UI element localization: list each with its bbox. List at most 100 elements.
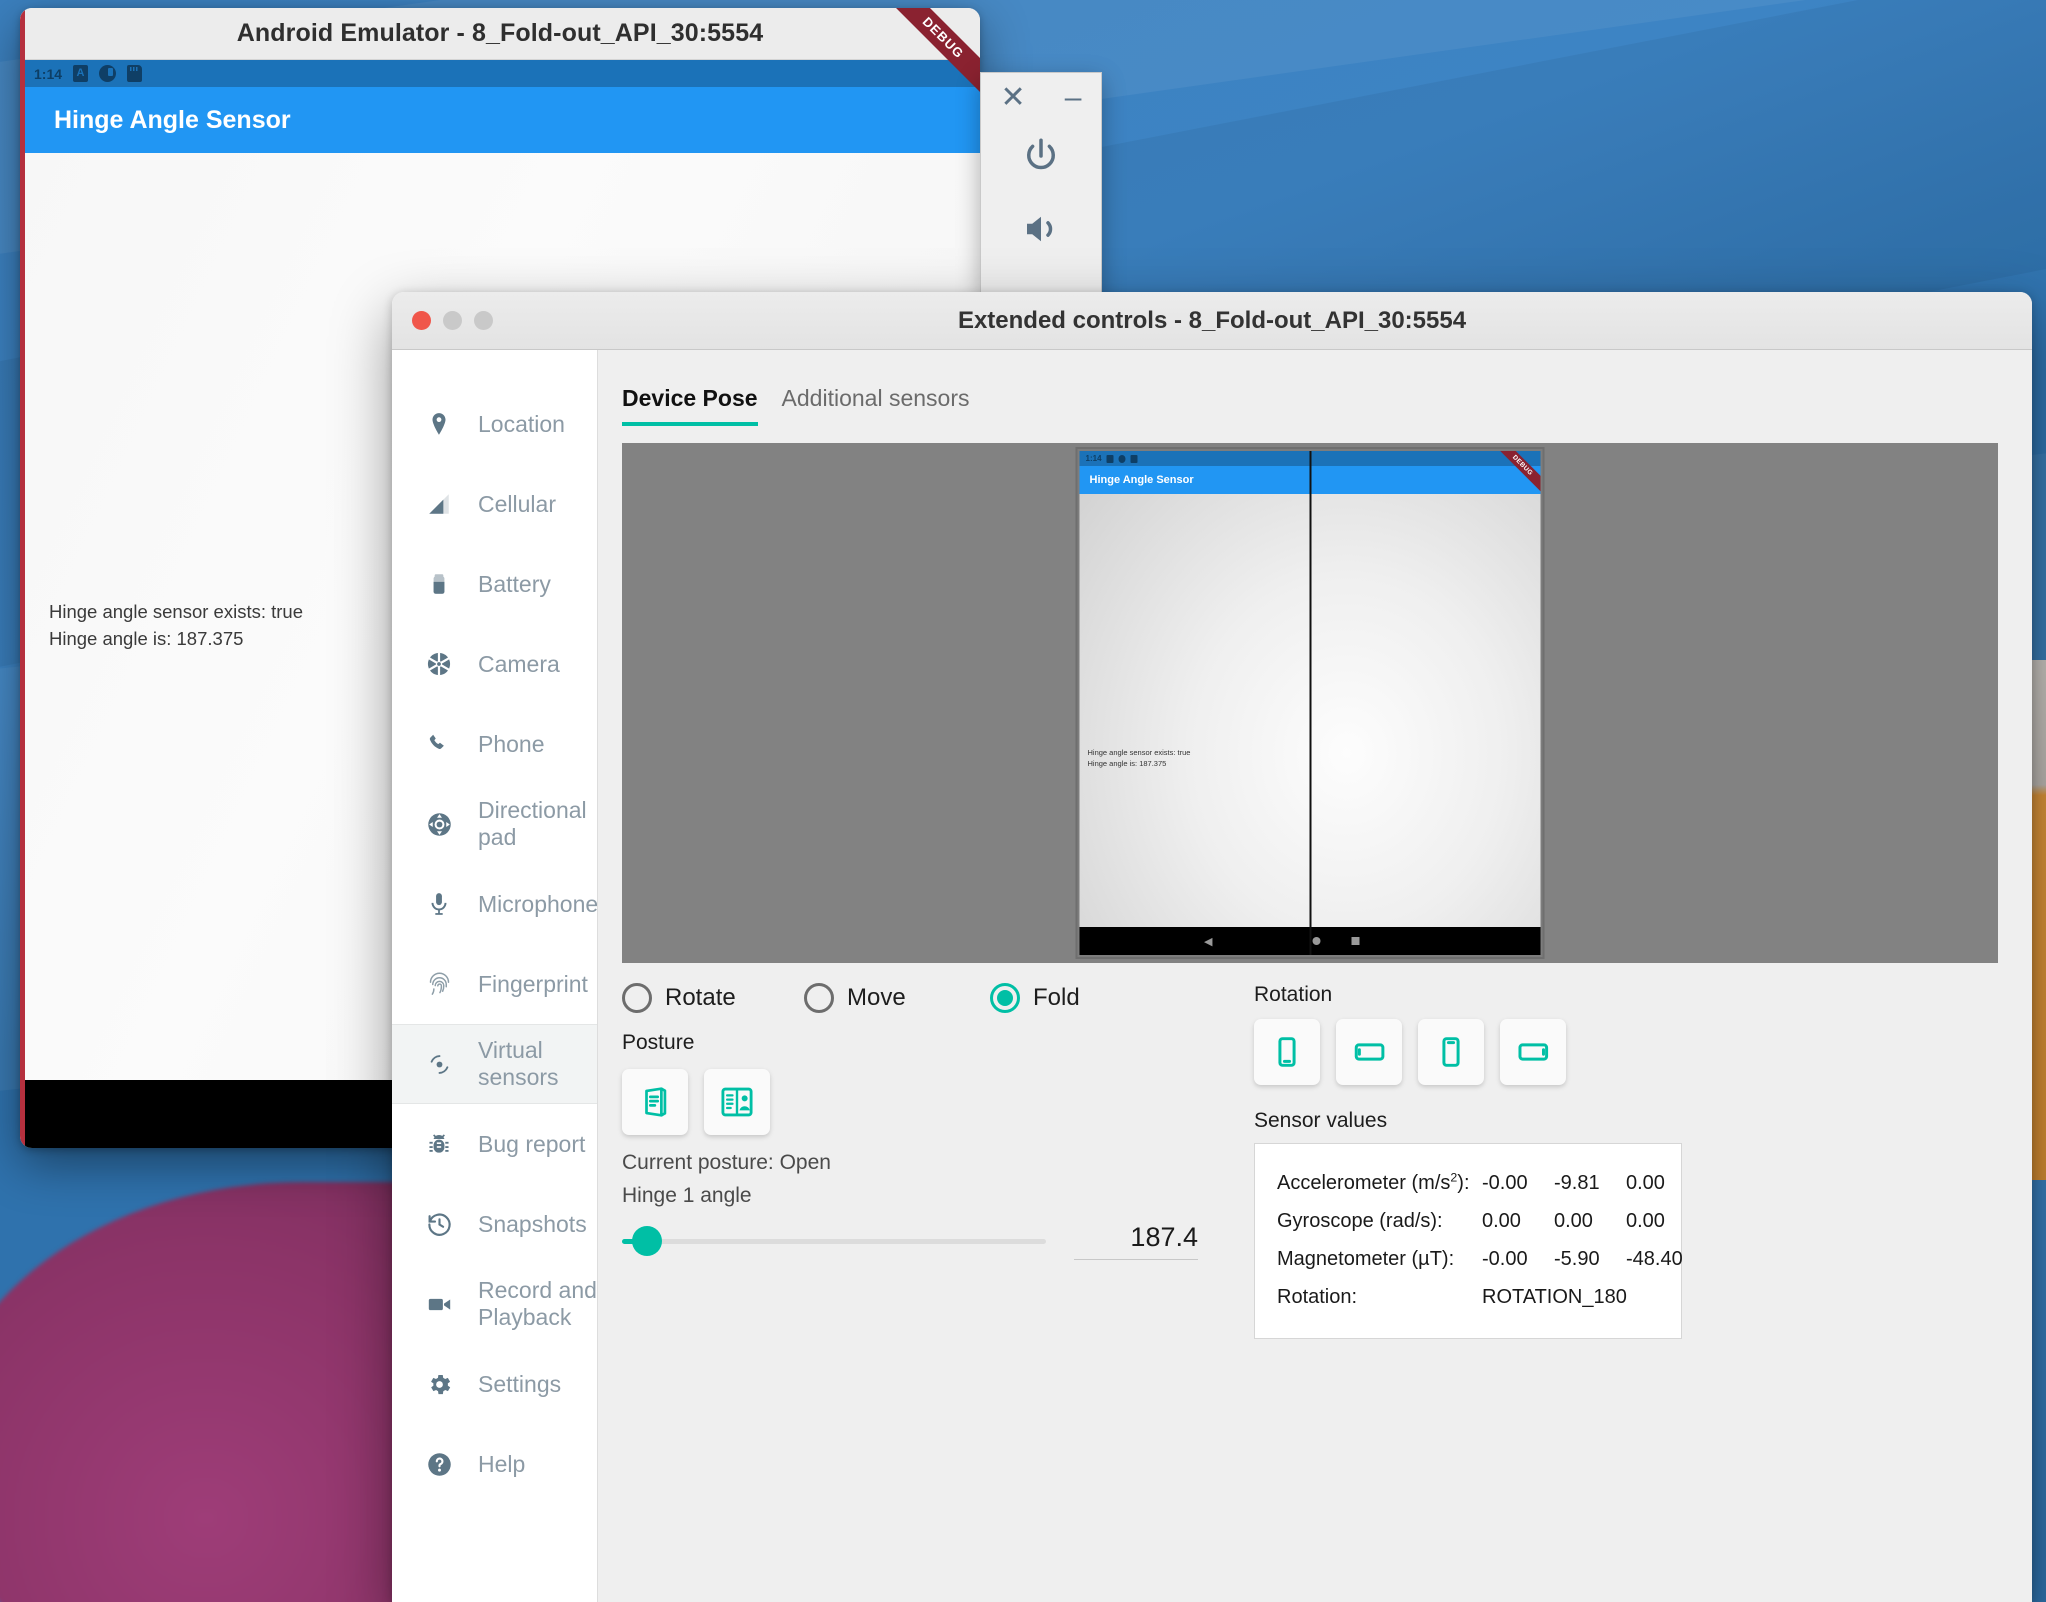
sensor-row-accelerometer: Accelerometer (m/s2): -0.00 -9.81 0.00	[1277, 1164, 1665, 1202]
sidebar-item-label: Battery	[478, 570, 551, 597]
sensor-value-y: 0.00	[1554, 1210, 1593, 1232]
rotation-portrait-upside-button[interactable]	[1418, 1019, 1484, 1085]
device-preview[interactable]: 1:14 Hinge Angle Sensor Hinge angle sens…	[622, 443, 1998, 963]
tab-bar[interactable]: Device Pose Additional sensors	[622, 378, 1998, 426]
rotation-portrait-button[interactable]	[1254, 1019, 1320, 1085]
sidebar-item-label: Fingerprint	[478, 970, 588, 997]
preview-hinge-exists-line: Hinge angle sensor exists: true	[1087, 748, 1191, 757]
posture-closed-button[interactable]	[622, 1069, 688, 1135]
back-icon: ◀	[1203, 935, 1213, 948]
posture-button-group[interactable]	[622, 1069, 1234, 1135]
app-bar-title: Hinge Angle Sensor	[54, 105, 291, 134]
sidebar-item-battery[interactable]: Battery	[392, 544, 597, 624]
close-window-button[interactable]	[412, 311, 431, 330]
rotation-landscape-button[interactable]	[1336, 1019, 1402, 1085]
sdcard-icon	[1130, 454, 1138, 463]
radio-fold[interactable]: Fold	[990, 983, 1080, 1013]
tab-additional-sensors[interactable]: Additional sensors	[782, 385, 970, 426]
sidebar-item-camera[interactable]: Camera	[392, 624, 597, 704]
sensor-values-panel: Accelerometer (m/s2): -0.00 -9.81 0.00 G…	[1254, 1143, 1683, 1339]
sensor-name: Accelerometer (m/s2):	[1277, 1164, 1482, 1202]
minimize-icon[interactable]: –	[1065, 83, 1082, 113]
emulator-title-bar[interactable]: Android Emulator - 8_Fold-out_API_30:555…	[20, 8, 980, 60]
maximize-window-button[interactable]	[474, 311, 493, 330]
phone-portrait-flipped-icon	[1442, 1037, 1460, 1067]
sidebar-item-snapshots[interactable]: Snapshots	[392, 1184, 597, 1264]
radio-indicator[interactable]	[804, 983, 834, 1013]
current-posture-text: Current posture: Open	[622, 1151, 831, 1174]
rotation-and-sensors-column: Rotation Sensor values Accelerometer (m/…	[1254, 983, 1998, 1339]
minimize-window-button[interactable]	[443, 311, 462, 330]
sensor-row-magnetometer: Magnetometer (µT): -0.00 -5.90 -48.40	[1277, 1240, 1683, 1278]
sidebar-item-virtual-sensors[interactable]: Virtual sensors	[392, 1024, 597, 1104]
emulator-status-bar: 1:14	[20, 60, 980, 87]
rotation-landscape-flipped-button[interactable]	[1500, 1019, 1566, 1085]
radio-rotate[interactable]: Rotate	[622, 983, 804, 1013]
sidebar-item-directional-pad[interactable]: Directional pad	[392, 784, 597, 864]
power-icon	[1027, 138, 1055, 170]
slider-thumb[interactable]	[632, 1226, 662, 1256]
sidebar-item-label: Camera	[478, 650, 560, 677]
sidebar-item-microphone[interactable]: Microphone	[392, 864, 597, 944]
sensor-value-rotation: ROTATION_180	[1482, 1286, 1627, 1308]
sidebar-item-help[interactable]: Help	[392, 1424, 597, 1504]
sidebar-item-location[interactable]: Location	[392, 384, 597, 464]
extended-controls-window[interactable]: Extended controls - 8_Fold-out_API_30:55…	[392, 292, 2032, 1602]
extended-controls-sidebar[interactable]: Location Cellular Battery Camera Phone D…	[392, 350, 598, 1602]
sidebar-item-label: Bug report	[478, 1130, 586, 1157]
sidebar-item-cellular[interactable]: Cellular	[392, 464, 597, 544]
bug-icon	[422, 1127, 456, 1161]
device-pose-pane: Device Pose Additional sensors 1:14 Hing…	[598, 350, 2032, 1602]
sidebar-item-label: Snapshots	[478, 1210, 587, 1237]
radio-indicator[interactable]	[622, 983, 652, 1013]
sensor-value-y: -5.90	[1554, 1248, 1600, 1270]
hinge-angle-line: Hinge angle is: 187.375	[49, 627, 244, 649]
sidebar-item-label: Directional pad	[478, 797, 587, 850]
window-traffic-lights[interactable]	[412, 311, 493, 330]
sidebar-item-settings[interactable]: Settings	[392, 1344, 597, 1424]
mode-radio-group[interactable]: Rotate Move Fold	[622, 983, 1234, 1013]
power-button[interactable]	[981, 135, 1101, 182]
sensor-row-gyroscope: Gyroscope (rad/s): 0.00 0.00 0.00	[1277, 1202, 1665, 1240]
preview-status-clock: 1:14	[1085, 454, 1102, 463]
sidebar-item-bug-report[interactable]: Bug report	[392, 1104, 597, 1184]
device-screen: 1:14 Hinge Angle Sensor Hinge angle sens…	[1079, 451, 1541, 955]
volume-up-button[interactable]	[981, 208, 1101, 255]
single-page-icon	[645, 1087, 667, 1117]
contrast-icon	[99, 65, 117, 82]
sidebar-item-fingerprint[interactable]: Fingerprint	[392, 944, 597, 1024]
gear-icon	[422, 1367, 456, 1401]
sensor-name-suffix: ):	[1457, 1172, 1470, 1194]
sidebar-item-record-and-playback[interactable]: Record and Playback	[392, 1264, 597, 1344]
hinge-angle-slider[interactable]	[622, 1226, 1046, 1256]
microphone-icon	[422, 887, 456, 921]
app-icon	[73, 65, 89, 82]
camera-aperture-icon	[422, 647, 456, 681]
emulator-side-toolbar[interactable]: ✕ –	[980, 72, 1102, 297]
slider-track	[622, 1239, 1046, 1244]
sensor-value-y: -9.81	[1554, 1172, 1600, 1194]
radio-label: Move	[847, 984, 906, 1011]
sidebar-item-label: Phone	[478, 730, 545, 757]
close-icon[interactable]: ✕	[1001, 83, 1026, 113]
contrast-icon	[1118, 454, 1126, 463]
sensor-name-text: Accelerometer (m/s	[1277, 1172, 1451, 1194]
sidebar-item-label: Cellular	[478, 490, 556, 517]
sidebar-item-label: Virtual sensors	[478, 1037, 559, 1090]
cellular-signal-icon	[422, 487, 456, 521]
preview-app-bar-title: Hinge Angle Sensor	[1089, 474, 1194, 486]
sensor-name: Gyroscope (rad/s):	[1277, 1210, 1443, 1232]
rotation-button-group[interactable]	[1254, 1019, 1998, 1085]
radio-move[interactable]: Move	[804, 983, 990, 1013]
preview-hinge-angle-line: Hinge angle is: 187.375	[1087, 759, 1167, 769]
tab-device-pose[interactable]: Device Pose	[622, 385, 758, 426]
posture-open-button[interactable]	[704, 1069, 770, 1135]
hinge-angle-field[interactable]: 187.4	[1074, 1222, 1198, 1260]
app-icon	[1106, 454, 1114, 463]
emulator-window-title: Android Emulator - 8_Fold-out_API_30:555…	[236, 19, 764, 47]
radio-indicator[interactable]	[990, 983, 1020, 1013]
dpad-icon	[422, 807, 456, 841]
hinge-exists-line: Hinge angle sensor exists: true	[49, 601, 303, 622]
sidebar-item-phone[interactable]: Phone	[392, 704, 597, 784]
extended-controls-title-bar[interactable]: Extended controls - 8_Fold-out_API_30:55…	[392, 292, 2032, 350]
